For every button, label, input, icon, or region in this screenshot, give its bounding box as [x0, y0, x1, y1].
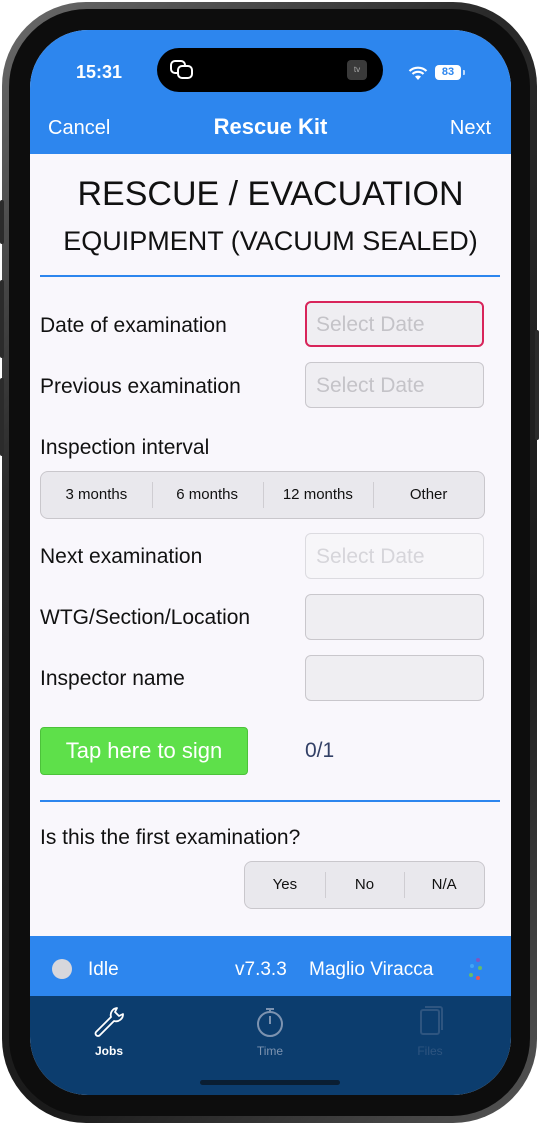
- status-time: 15:31: [76, 62, 123, 82]
- tab-files-label: Files: [417, 1044, 443, 1058]
- tab-jobs[interactable]: Jobs: [59, 1004, 159, 1058]
- first-examination-segmented-control[interactable]: Yes No N/A: [244, 861, 485, 909]
- first-examination-label: Is this the first examination?: [40, 826, 301, 849]
- inspection-interval-segmented-control[interactable]: 3 months 6 months 12 months Other: [40, 471, 485, 519]
- interval-option-3-months[interactable]: 3 months: [41, 472, 152, 518]
- mute-switch: [0, 200, 4, 244]
- next-examination-field: Select Date: [305, 533, 484, 579]
- interval-option-12-months[interactable]: 12 months: [262, 472, 374, 518]
- next-examination-label: Next examination: [40, 545, 203, 568]
- section-divider-bottom: [40, 800, 500, 802]
- user-name: Maglio Viracca: [309, 959, 434, 980]
- first-exam-option-no[interactable]: No: [324, 862, 405, 908]
- date-of-examination-label: Date of examination: [40, 314, 227, 337]
- battery-icon: 83: [435, 65, 461, 80]
- date-of-examination-field[interactable]: Select Date: [305, 301, 484, 347]
- apple-tv-icon: tv: [347, 60, 367, 80]
- first-exam-option-na[interactable]: N/A: [404, 862, 484, 908]
- form-title-line2: EQUIPMENT (VACUUM SEALED): [63, 226, 478, 256]
- date-of-examination-placeholder: Select Date: [316, 313, 425, 336]
- navigation-header: 15:31 tv 83 Cancel Rescue Kit Next: [30, 30, 511, 154]
- tap-to-sign-button[interactable]: Tap here to sign: [40, 727, 248, 775]
- sync-status-indicator: [52, 959, 72, 979]
- wifi-icon: [408, 66, 428, 80]
- first-exam-option-yes[interactable]: Yes: [245, 862, 325, 908]
- wrench-icon: [94, 1007, 124, 1037]
- linked-windows-icon: [170, 60, 193, 79]
- documents-icon: [420, 1006, 443, 1035]
- activity-dots-icon: [469, 958, 482, 980]
- section-divider-top: [40, 275, 500, 277]
- signature-count: 0/1: [305, 739, 335, 762]
- location-label: WTG/Section/Location: [40, 606, 251, 629]
- dynamic-island: tv: [157, 48, 383, 92]
- tab-time[interactable]: Time: [220, 1004, 320, 1058]
- inspector-name-field[interactable]: [305, 655, 484, 701]
- sync-status-text: Idle: [88, 959, 119, 980]
- power-button: [535, 330, 539, 440]
- inspection-interval-label: Inspection interval: [40, 436, 210, 459]
- previous-examination-field[interactable]: Select Date: [305, 362, 484, 408]
- battery-tip: [463, 70, 465, 75]
- stopwatch-icon: [257, 1008, 283, 1037]
- page-title: Rescue Kit: [213, 114, 328, 139]
- interval-option-6-months[interactable]: 6 months: [151, 472, 263, 518]
- form-title-line1: RESCUE / EVACUATION: [77, 175, 464, 213]
- interval-option-other[interactable]: Other: [373, 472, 484, 518]
- home-indicator: [200, 1080, 340, 1085]
- screen: 15:31 tv 83 Cancel Rescue Kit Next RESCU…: [30, 30, 511, 1095]
- tab-time-label: Time: [256, 1044, 284, 1058]
- app-version: v7.3.3: [235, 959, 287, 980]
- inspector-name-label: Inspector name: [40, 667, 185, 690]
- tab-files[interactable]: Files: [380, 1004, 480, 1058]
- volume-down-button: [0, 378, 4, 456]
- app-status-bar: Idle v7.3.3 Maglio Viracca: [30, 936, 511, 996]
- previous-examination-placeholder: Select Date: [316, 374, 425, 397]
- volume-up-button: [0, 280, 4, 358]
- previous-examination-label: Previous examination: [40, 375, 241, 398]
- next-examination-placeholder: Select Date: [316, 545, 425, 568]
- next-button[interactable]: Next: [450, 117, 491, 140]
- tab-jobs-label: Jobs: [94, 1044, 123, 1058]
- location-field[interactable]: [305, 594, 484, 640]
